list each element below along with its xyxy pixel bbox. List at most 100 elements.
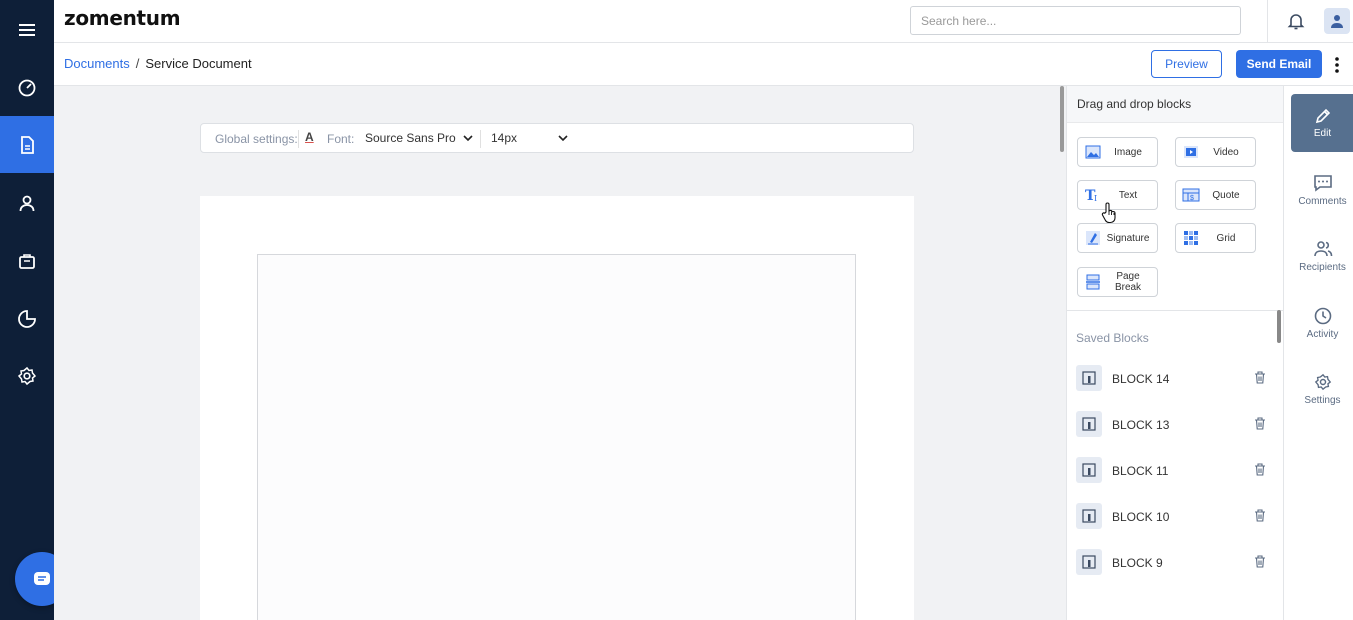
quote-icon: $	[1181, 185, 1201, 205]
font-label: Font:	[327, 132, 355, 146]
svg-text:I: I	[1094, 194, 1097, 203]
trash-icon	[1255, 371, 1265, 384]
notifications-button[interactable]	[1286, 11, 1306, 34]
gear-icon	[1314, 373, 1331, 390]
nav-settings[interactable]	[0, 347, 54, 404]
user-icon	[1331, 15, 1343, 28]
contacts-icon	[19, 195, 35, 211]
saved-block-icon	[1076, 365, 1102, 391]
editor-canvas: Global settings: A Font: Source Sans Pro…	[54, 86, 1066, 620]
block-grid[interactable]: Grid	[1175, 223, 1256, 253]
canvas-scrollbar[interactable]	[1060, 86, 1064, 152]
trash-icon	[1255, 417, 1265, 430]
clock-icon	[1314, 307, 1331, 324]
rail-comments[interactable]: Comments	[1291, 161, 1353, 219]
delete-saved-block-button[interactable]	[1254, 509, 1266, 525]
comment-icon	[1313, 174, 1332, 192]
svg-text:$: $	[1190, 195, 1194, 202]
rail-edit[interactable]: Edit	[1291, 94, 1353, 152]
document-page[interactable]	[200, 196, 914, 620]
rail-settings[interactable]: Settings	[1291, 360, 1353, 418]
signature-icon	[1083, 228, 1103, 248]
saved-block-item[interactable]: BLOCK 9	[1076, 549, 1276, 577]
saved-block-item[interactable]: BLOCK 11	[1076, 457, 1276, 485]
block-signature[interactable]: Signature	[1077, 223, 1158, 253]
panel-divider	[1067, 310, 1283, 311]
saved-blocks-scrollbar[interactable]	[1277, 310, 1281, 343]
chevron-down-icon[interactable]	[463, 134, 473, 142]
saved-block-label: BLOCK 14	[1112, 372, 1170, 386]
saved-block-icon	[1076, 411, 1102, 437]
block-page-break[interactable]: Page Break	[1077, 267, 1158, 297]
kebab-menu-icon	[1335, 57, 1339, 73]
saved-block-item[interactable]: BLOCK 13	[1076, 411, 1276, 439]
breadcrumb: Documents / Service Document	[64, 56, 252, 71]
reports-icon	[18, 309, 36, 328]
chevron-down-icon[interactable]	[558, 134, 568, 142]
dashboard-icon	[18, 79, 36, 96]
trash-icon	[1255, 555, 1265, 568]
rail-label: Comments	[1298, 195, 1347, 207]
trash-icon	[1255, 463, 1265, 476]
font-size-select[interactable]: 14px	[491, 131, 517, 145]
page-break-icon	[1083, 272, 1103, 292]
global-settings-label: Global settings:	[215, 132, 298, 146]
block-image[interactable]: Image	[1077, 137, 1158, 167]
block-label: Image	[1114, 146, 1142, 158]
catalog-icon	[19, 253, 35, 269]
settings-icon	[17, 366, 37, 385]
search-input[interactable]	[910, 6, 1241, 35]
logo-text: zomentum	[64, 6, 181, 30]
video-icon	[1181, 142, 1201, 162]
saved-block-icon	[1076, 503, 1102, 529]
nav-dashboard[interactable]	[0, 59, 54, 116]
settings-divider	[480, 130, 481, 148]
breadcrumb-current: Service Document	[145, 56, 252, 71]
saved-block-label: BLOCK 11	[1112, 464, 1169, 478]
hamburger-menu-button[interactable]	[0, 1, 54, 58]
delete-saved-block-button[interactable]	[1254, 555, 1266, 571]
rail-recipients[interactable]: Recipients	[1291, 227, 1353, 285]
rail-activity[interactable]: Activity	[1291, 294, 1353, 352]
block-label: Grid	[1216, 232, 1236, 244]
saved-block-label: BLOCK 10	[1112, 510, 1170, 524]
rail-label: Recipients	[1299, 261, 1346, 273]
global-settings-bar: Global settings: A Font: Source Sans Pro…	[200, 123, 914, 153]
blocks-panel-title: Drag and drop blocks	[1067, 86, 1283, 123]
block-quote[interactable]: $ Quote	[1175, 180, 1256, 210]
block-label: Signature	[1106, 232, 1150, 244]
breadcrumb-documents-link[interactable]: Documents	[64, 56, 130, 71]
preview-button[interactable]: Preview	[1151, 50, 1222, 78]
more-options-button[interactable]	[1334, 56, 1340, 77]
hand-cursor-icon	[1101, 202, 1116, 224]
chat-icon	[34, 572, 50, 585]
nav-documents[interactable]	[0, 116, 54, 173]
delete-saved-block-button[interactable]	[1254, 371, 1266, 387]
delete-saved-block-button[interactable]	[1254, 463, 1266, 479]
saved-block-label: BLOCK 13	[1112, 418, 1170, 432]
top-bar: zomentum	[54, 0, 1353, 43]
document-header: Documents / Service Document Preview Send …	[54, 43, 1353, 86]
font-color-icon[interactable]: A	[305, 130, 314, 144]
app-logo[interactable]: zomentum	[64, 6, 181, 30]
menu-icon	[19, 23, 35, 36]
saved-block-item[interactable]: BLOCK 10	[1076, 503, 1276, 531]
send-email-button[interactable]: Send Email	[1236, 50, 1322, 78]
recipients-icon	[1313, 240, 1332, 256]
trash-icon	[1255, 509, 1265, 522]
nav-reports[interactable]	[0, 290, 54, 347]
user-avatar[interactable]	[1324, 8, 1350, 34]
rail-label: Settings	[1304, 394, 1341, 406]
nav-contacts[interactable]	[0, 174, 54, 231]
page-content-area[interactable]	[257, 254, 856, 620]
block-video[interactable]: Video	[1175, 137, 1256, 167]
saved-block-item[interactable]: BLOCK 14	[1076, 365, 1276, 393]
font-family-select[interactable]: Source Sans Pro	[365, 131, 456, 145]
block-label: Text	[1118, 189, 1138, 201]
saved-blocks-title: Saved Blocks	[1076, 331, 1149, 345]
delete-saved-block-button[interactable]	[1254, 417, 1266, 433]
documents-icon	[21, 135, 34, 154]
grid-icon	[1181, 228, 1201, 248]
nav-catalog[interactable]	[0, 232, 54, 289]
saved-block-icon	[1076, 549, 1102, 575]
